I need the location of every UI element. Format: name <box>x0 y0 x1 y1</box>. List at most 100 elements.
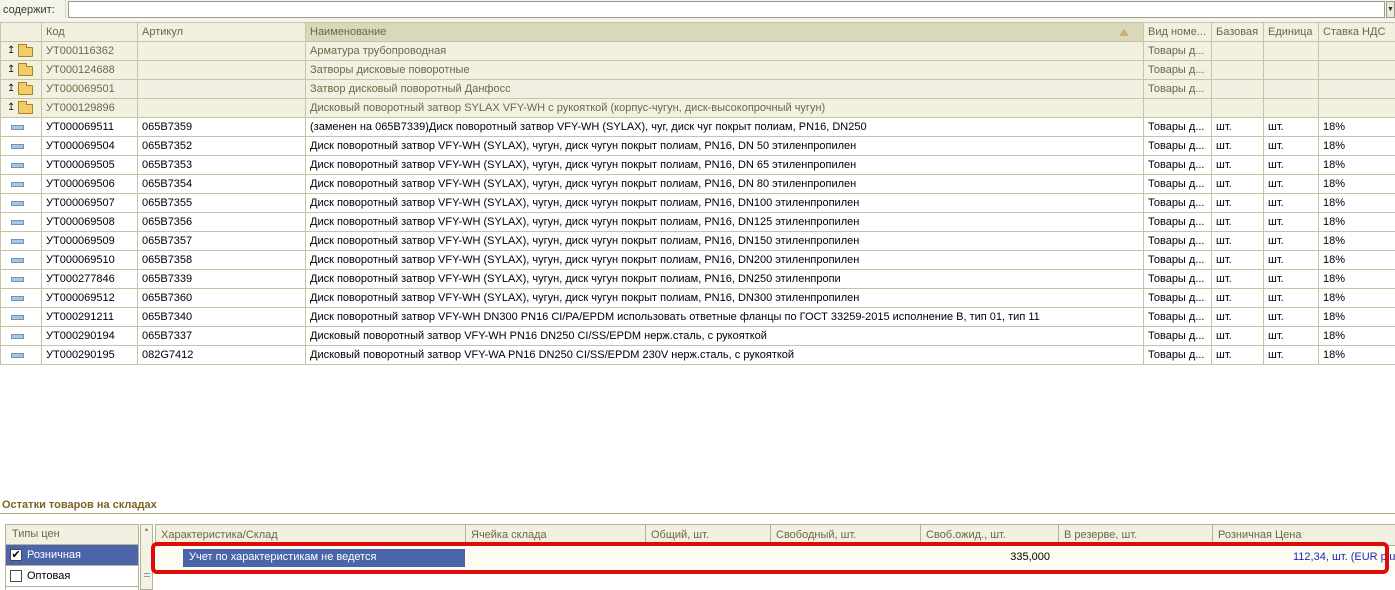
table-row[interactable]: УТ000290194 065B7337 Дисковый поворотный… <box>1 327 1395 346</box>
cell-article[interactable]: 065B7356 <box>138 213 306 232</box>
cell-name[interactable]: Затворы дисковые поворотные <box>306 61 1144 80</box>
characteristic-cell[interactable]: Учет по характеристикам не ведется <box>183 549 465 567</box>
cell-kind[interactable]: Товары д... <box>1144 213 1212 232</box>
cell-unit[interactable]: шт. <box>1264 270 1319 289</box>
cell-name[interactable]: Дисковый поворотный затвор VFY-WA PN16 D… <box>306 346 1144 365</box>
cell-vat[interactable]: 18% <box>1319 156 1395 175</box>
cell-code[interactable]: УТ000290195 <box>42 346 138 365</box>
cell-base-unit[interactable] <box>1212 80 1264 99</box>
cell-kind[interactable]: Товары д... <box>1144 175 1212 194</box>
cell-vat[interactable]: 18% <box>1319 308 1395 327</box>
cell-base-unit[interactable] <box>1212 61 1264 80</box>
cell-kind[interactable]: Товары д... <box>1144 308 1212 327</box>
scroll-up-icon[interactable]: ▲ <box>141 527 152 533</box>
checkbox-checked-icon[interactable]: ✔ <box>10 549 22 561</box>
column-header-warehouse-cell[interactable]: Ячейка склада <box>466 525 646 546</box>
column-header-characteristic[interactable]: Характеристика/Склад <box>156 525 466 546</box>
cell-base-unit[interactable]: шт. <box>1212 137 1264 156</box>
cell-unit[interactable]: шт. <box>1264 175 1319 194</box>
cell-base-unit[interactable]: шт. <box>1212 194 1264 213</box>
cell-article[interactable]: 082G7412 <box>138 346 306 365</box>
cell-unit[interactable]: шт. <box>1264 156 1319 175</box>
column-header-kind[interactable]: Вид номе... <box>1144 23 1212 42</box>
cell-vat[interactable] <box>1319 80 1395 99</box>
cell-name[interactable]: Диск поворотный затвор VFY-WH (SYLAX), ч… <box>306 232 1144 251</box>
cell-code[interactable]: УТ000069510 <box>42 251 138 270</box>
cell-kind[interactable]: Товары д... <box>1144 42 1212 61</box>
table-row[interactable]: УТ000069508 065B7356 Диск поворотный зат… <box>1 213 1395 232</box>
checkbox-unchecked-icon[interactable] <box>10 570 22 582</box>
cell-name[interactable]: Диск поворотный затвор VFY-WH (SYLAX), ч… <box>306 156 1144 175</box>
column-header-retail-price[interactable]: Розничная Цена <box>1213 525 1395 546</box>
cell-code[interactable]: УТ000290194 <box>42 327 138 346</box>
column-header-icon[interactable] <box>1 23 42 42</box>
cell-code[interactable]: УТ000069505 <box>42 156 138 175</box>
cell-article[interactable]: 065B7359 <box>138 118 306 137</box>
price-type-row[interactable]: Оптовая <box>5 566 139 587</box>
cell-code[interactable]: УТ000069509 <box>42 232 138 251</box>
cell-name[interactable]: Диск поворотный затвор VFY-WH (SYLAX), ч… <box>306 270 1144 289</box>
column-header-unit[interactable]: Единица <box>1264 23 1319 42</box>
cell-article[interactable]: 065B7352 <box>138 137 306 156</box>
cell-name[interactable]: Арматура трубопроводная <box>306 42 1144 61</box>
cell-kind[interactable]: Товары д... <box>1144 118 1212 137</box>
cell-base-unit[interactable]: шт. <box>1212 232 1264 251</box>
cell-base-unit[interactable]: шт. <box>1212 156 1264 175</box>
table-row[interactable]: УТ000291211 065B7340 Диск поворотный зат… <box>1 308 1395 327</box>
cell-base-unit[interactable]: шт. <box>1212 346 1264 365</box>
cell-vat[interactable]: 18% <box>1319 213 1395 232</box>
cell-article[interactable] <box>138 99 306 118</box>
cell-base-unit[interactable]: шт. <box>1212 251 1264 270</box>
cell-unit[interactable]: шт. <box>1264 327 1319 346</box>
cell-base-unit[interactable]: шт. <box>1212 327 1264 346</box>
cell-article[interactable]: 065B7337 <box>138 327 306 346</box>
cell-vat[interactable]: 18% <box>1319 289 1395 308</box>
cell-kind[interactable]: Товары д... <box>1144 61 1212 80</box>
cell-kind[interactable]: Товары д... <box>1144 156 1212 175</box>
table-row[interactable]: ↥ УТ000069501 Затвор дисковый поворотный… <box>1 80 1395 99</box>
cell-base-unit[interactable] <box>1212 99 1264 118</box>
cell-name[interactable]: Диск поворотный затвор VFY-WH DN300 PN16… <box>306 308 1144 327</box>
table-row[interactable]: ↥ УТ000116362 Арматура трубопроводная То… <box>1 42 1395 61</box>
cell-name[interactable]: Затвор дисковый поворотный Данфосс <box>306 80 1144 99</box>
cell-kind[interactable]: Товары д... <box>1144 80 1212 99</box>
cell-vat[interactable]: 18% <box>1319 118 1395 137</box>
table-row[interactable]: УТ000069509 065B7357 Диск поворотный зат… <box>1 232 1395 251</box>
table-row[interactable]: УТ000069507 065B7355 Диск поворотный зат… <box>1 194 1395 213</box>
cell-vat[interactable]: 18% <box>1319 232 1395 251</box>
cell-name[interactable]: Дисковый поворотный затвор VFY-WH PN16 D… <box>306 327 1144 346</box>
table-row[interactable]: УТ000069512 065B7360 Диск поворотный зат… <box>1 289 1395 308</box>
cell-article[interactable]: 065B7340 <box>138 308 306 327</box>
cell-vat[interactable]: 18% <box>1319 346 1395 365</box>
cell-vat[interactable] <box>1319 99 1395 118</box>
scrollbar-grip[interactable] <box>144 573 150 577</box>
cell-vat[interactable]: 18% <box>1319 270 1395 289</box>
cell-kind[interactable]: Товары д... <box>1144 346 1212 365</box>
cell-kind[interactable]: Товары д... <box>1144 289 1212 308</box>
cell-name[interactable]: (заменен на 065B7339)Диск поворотный зат… <box>306 118 1144 137</box>
table-row[interactable]: УТ000290195 082G7412 Дисковый поворотный… <box>1 346 1395 365</box>
stock-data-row[interactable]: Учет по характеристикам не ведется 335,0… <box>155 546 1395 572</box>
cell-unit[interactable]: шт. <box>1264 308 1319 327</box>
column-header-free-expected[interactable]: Своб.ожид., шт. <box>921 525 1059 546</box>
table-row[interactable]: УТ000277846 065B7339 Диск поворотный зат… <box>1 270 1395 289</box>
cell-unit[interactable]: шт. <box>1264 194 1319 213</box>
cell-unit[interactable] <box>1264 42 1319 61</box>
column-header-free[interactable]: Свободный, шт. <box>771 525 921 546</box>
cell-vat[interactable]: 18% <box>1319 327 1395 346</box>
column-header-article[interactable]: Артикул <box>138 23 306 42</box>
cell-name[interactable]: Диск поворотный затвор VFY-WH (SYLAX), ч… <box>306 137 1144 156</box>
cell-article[interactable]: 065B7357 <box>138 232 306 251</box>
table-row[interactable]: УТ000069504 065B7352 Диск поворотный зат… <box>1 137 1395 156</box>
cell-unit[interactable]: шт. <box>1264 213 1319 232</box>
dropdown-arrow-icon[interactable]: ▼ <box>1386 1 1395 18</box>
cell-name[interactable]: Диск поворотный затвор VFY-WH (SYLAX), ч… <box>306 251 1144 270</box>
cell-unit[interactable]: шт. <box>1264 118 1319 137</box>
cell-vat[interactable]: 18% <box>1319 194 1395 213</box>
cell-base-unit[interactable]: шт. <box>1212 175 1264 194</box>
cell-base-unit[interactable] <box>1212 42 1264 61</box>
cell-base-unit[interactable]: шт. <box>1212 308 1264 327</box>
cell-article[interactable] <box>138 42 306 61</box>
cell-article[interactable]: 065B7353 <box>138 156 306 175</box>
cell-name[interactable]: Диск поворотный затвор VFY-WH (SYLAX), ч… <box>306 175 1144 194</box>
